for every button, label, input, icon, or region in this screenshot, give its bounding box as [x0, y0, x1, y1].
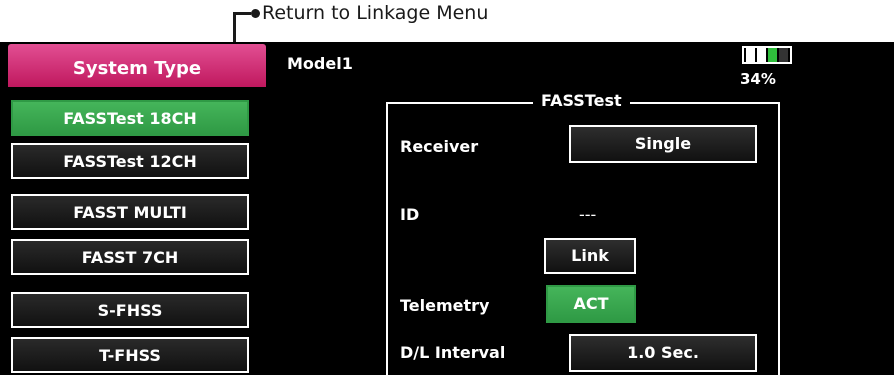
model-name: Model1: [287, 54, 353, 73]
system-type-tab-button[interactable]: System Type: [8, 44, 266, 87]
callout-leader-line-horizontal: [233, 12, 251, 15]
system-fasstest-18ch-button[interactable]: FASSTest 18CH: [11, 100, 249, 136]
callout-text: Return to Linkage Menu: [262, 2, 489, 24]
id-value: ---: [579, 205, 597, 224]
battery-cell: [757, 48, 766, 62]
battery-icon: [738, 46, 794, 66]
battery-cell: [779, 48, 788, 62]
telemetry-toggle-button[interactable]: ACT: [546, 285, 636, 323]
battery-cell: [768, 48, 777, 62]
battery-percent: 34%: [740, 70, 776, 88]
battery-cell: [746, 48, 755, 62]
annotation-callout: Return to Linkage Menu: [0, 0, 894, 50]
system-fasstest-12ch-button[interactable]: FASSTest 12CH: [11, 143, 249, 179]
system-fasst-multi-button[interactable]: FASST MULTI: [11, 194, 249, 230]
transmitter-screen: System Type Model1 34% FASSTest 18CH FAS…: [0, 42, 894, 392]
receiver-select-button[interactable]: Single: [569, 125, 757, 163]
telemetry-label: Telemetry: [400, 296, 490, 315]
id-label: ID: [400, 205, 420, 224]
system-t-fhss-button[interactable]: T-FHSS: [11, 337, 249, 373]
dl-interval-label: D/L Interval: [400, 343, 506, 362]
callout-bullet-icon: [251, 9, 260, 18]
link-button[interactable]: Link: [544, 238, 636, 274]
dl-interval-button[interactable]: 1.0 Sec.: [569, 334, 757, 372]
system-fasst-7ch-button[interactable]: FASST 7CH: [11, 239, 249, 275]
receiver-label: Receiver: [400, 137, 479, 156]
panel-title: FASSTest: [533, 90, 630, 112]
system-s-fhss-button[interactable]: S-FHSS: [11, 292, 249, 328]
